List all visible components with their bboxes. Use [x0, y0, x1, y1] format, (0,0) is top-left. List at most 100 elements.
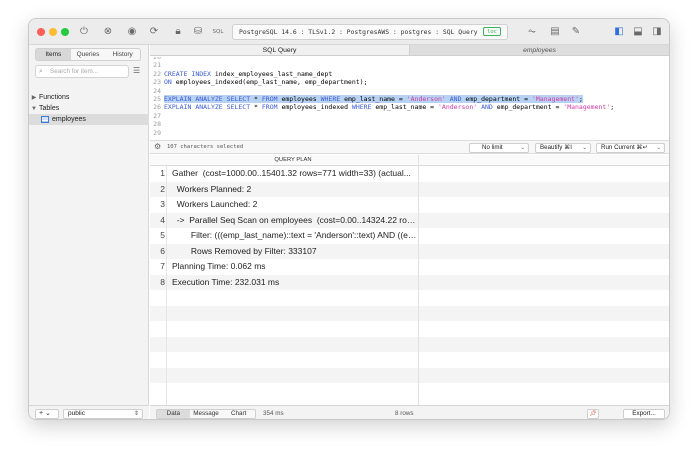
line-number: 23	[153, 78, 161, 87]
line-number: 22	[153, 69, 161, 78]
sidebar-tab-items[interactable]: Items	[36, 49, 71, 60]
query-plan-cell[interactable]: Planning Time: 0.062 ms	[172, 259, 418, 275]
code-line[interactable]: 21	[150, 61, 669, 69]
tab-message[interactable]: Message	[189, 410, 223, 418]
results-header: QUERY PLAN	[150, 155, 669, 166]
tree-item-functions[interactable]: ▶ Functions	[29, 92, 149, 103]
search-icon: ⌕	[39, 68, 43, 75]
gear-icon[interactable]: ⚙	[154, 142, 161, 151]
chevron-down-icon: ⌄	[582, 145, 587, 151]
pen-icon[interactable]: ✎	[569, 25, 583, 39]
column-divider	[418, 155, 419, 405]
code-line[interactable]: 28	[150, 120, 669, 128]
code-line[interactable]: 23 ON employees_indexed(emp_last_name, em…	[150, 78, 669, 86]
filter-icon[interactable]: ☰	[133, 66, 140, 75]
bottom-panel-toggle-icon[interactable]: ⬓	[631, 25, 645, 39]
query-plan-cell[interactable]: Execution Time: 232.031 ms	[172, 275, 418, 291]
table-row	[150, 383, 669, 399]
right-panel-toggle-icon[interactable]: ◨	[650, 25, 664, 39]
power-icon[interactable]: ⏻	[77, 25, 91, 39]
row-number: 7	[160, 261, 165, 271]
query-plan-cell[interactable]: Filter: (((emp_last_name)::text = 'Ander…	[172, 228, 418, 244]
tab-employees[interactable]: employees	[410, 45, 669, 55]
table-row	[150, 352, 669, 368]
code-line[interactable]: 22 CREATE INDEX index_employees_last_name…	[150, 70, 669, 78]
sql-editor[interactable]: 20 21 22 CREATE INDEX index_employees_last_…	[150, 57, 669, 140]
connection-badge: loc	[483, 27, 501, 36]
tree-item-label: employees	[52, 116, 86, 123]
connection-info[interactable]: PostgreSQL 14.6 : TLSv1.2 : PostgresAWS …	[232, 24, 508, 40]
sidebar-tab-history[interactable]: History	[105, 49, 140, 60]
stop-icon[interactable]: ⊗	[101, 25, 115, 39]
line-number: 29	[153, 128, 161, 137]
table-row[interactable]: 7 Planning Time: 0.062 ms	[150, 259, 669, 275]
tab-sql-query[interactable]: SQL Query	[150, 45, 410, 55]
chart-icon[interactable]: ▤	[548, 25, 562, 39]
export-button[interactable]: Export...	[623, 409, 665, 419]
table-row[interactable]: 4 -> Parallel Seq Scan on employees (cos…	[150, 212, 669, 229]
tree-item-employees[interactable]: employees	[29, 114, 149, 125]
connection-text: PostgreSQL 14.6 : TLSv1.2 : PostgresAWS …	[239, 28, 478, 36]
code-text: ON employees_indexed(emp_last_name, emp_…	[164, 78, 368, 87]
eye-icon[interactable]: ◉	[125, 25, 139, 39]
zoom-window-button[interactable]	[61, 28, 69, 36]
beautify-label: Beautify ⌘I	[540, 144, 572, 151]
schema-select[interactable]: public ⇕	[63, 409, 143, 419]
minimize-window-button[interactable]	[49, 28, 57, 36]
code-line[interactable]: 24	[150, 87, 669, 95]
code-line[interactable]: 27	[150, 112, 669, 120]
table-row[interactable]: 3 Workers Launched: 2	[150, 197, 669, 213]
table-row	[150, 321, 669, 337]
query-plan-cell[interactable]: Workers Launched: 2	[172, 197, 418, 213]
app-window: ⏻ ⊗ ◉ ⟳ 🔒︎ ⛁ SQL PostgreSQL 14.6 : TLSv1…	[28, 18, 670, 420]
tab-data[interactable]: Data	[157, 410, 190, 418]
close-window-button[interactable]	[37, 28, 45, 36]
database-icon[interactable]: ⛁	[191, 25, 205, 39]
table-row[interactable]: 8 Execution Time: 232.031 ms	[150, 274, 669, 291]
chevron-updown-icon: ⇕	[133, 411, 139, 417]
sidebar-tab-queries[interactable]: Queries	[71, 49, 106, 60]
table-row[interactable]: 5 Filter: (((emp_last_name)::text = 'And…	[150, 228, 669, 244]
code-line[interactable]: 29	[150, 129, 669, 137]
code-line[interactable]: 20	[150, 57, 669, 61]
sidebar-tabs: Items Queries History	[35, 48, 141, 61]
row-number: 8	[160, 276, 165, 287]
beautify-button[interactable]: Beautify ⌘I ⌄	[535, 143, 591, 153]
row-number: 5	[160, 230, 165, 240]
query-time: 354 ms	[263, 410, 284, 417]
pin-icon[interactable]: 📌︎	[587, 409, 599, 419]
row-number: 3	[160, 199, 165, 209]
query-plan-cell[interactable]: Rows Removed by Filter: 333107	[172, 244, 418, 260]
add-item-button[interactable]: + ⌄	[35, 409, 59, 419]
table-row	[150, 367, 669, 383]
query-plan-cell[interactable]: Gather (cost=1000.00..15401.32 rows=771 …	[172, 166, 418, 182]
table-row	[150, 305, 669, 321]
table-row[interactable]: 2 Workers Planned: 2	[150, 181, 669, 198]
row-number: 1	[160, 168, 165, 178]
lock-icon[interactable]: 🔒︎	[171, 25, 185, 39]
column-header-query-plan[interactable]: QUERY PLAN	[168, 155, 418, 166]
refresh-icon[interactable]: ⟳	[147, 25, 161, 39]
limit-select[interactable]: No limit ⌄	[469, 143, 529, 153]
search-input[interactable]: ⌕ Search for item...	[35, 65, 129, 78]
schema-value: public	[68, 410, 85, 417]
tree-item-label: Functions	[39, 94, 70, 101]
tab-chart[interactable]: Chart	[222, 410, 255, 418]
query-plan-cell[interactable]: -> Parallel Seq Scan on employees (cost=…	[172, 213, 418, 229]
code-line[interactable]: 25 EXPLAIN ANALYZE SELECT * FROM employee…	[150, 95, 669, 103]
tree-item-tables[interactable]: ▼ Tables	[29, 103, 149, 114]
activity-icon[interactable]: ⏦	[525, 25, 539, 39]
line-number: 27	[153, 111, 161, 120]
table-row[interactable]: 1 Gather (cost=1000.00..15401.32 rows=771…	[150, 166, 669, 182]
line-number: 26	[153, 103, 161, 112]
code-line[interactable]: 26 EXPLAIN ANALYZE SELECT * FROM employee…	[150, 103, 669, 111]
editor-status-bar: ⚙ 107 characters selected No limit ⌄ Bea…	[150, 140, 669, 154]
results-grid[interactable]: QUERY PLAN 1 Gather (cost=1000.00..15401.…	[150, 155, 669, 405]
tree-item-label: Tables	[39, 105, 60, 112]
table-row[interactable]: 6 Rows Removed by Filter: 333107	[150, 243, 669, 260]
sidebar: Items Queries History ⌕ Search for item.…	[29, 45, 149, 419]
left-panel-toggle-icon[interactable]: ◧	[612, 25, 626, 39]
run-current-button[interactable]: Run Current ⌘↵ ⌄	[596, 143, 665, 153]
sql-button[interactable]: SQL	[209, 25, 227, 39]
query-plan-cell[interactable]: Workers Planned: 2	[172, 182, 418, 198]
